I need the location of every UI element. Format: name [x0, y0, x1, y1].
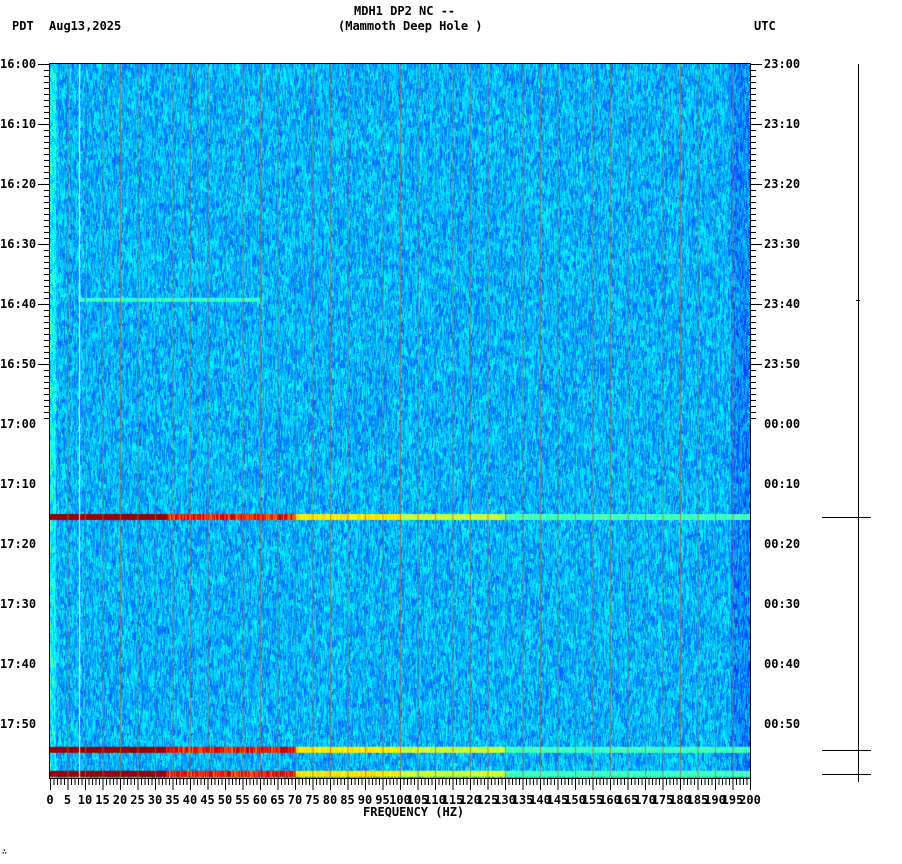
- y-tick-label-utc: 23:40: [764, 297, 800, 311]
- y-tick-label-utc: 23:30: [764, 237, 800, 251]
- chart-axes: 16:00 16:10 16:20 16:30 16:40 16:50 17:00 17:10…: [0, 57, 871, 807]
- y-tick-label-utc: 23:20: [764, 177, 800, 191]
- y-tick-label-utc: 23:50: [764, 357, 800, 371]
- y-tick-label-utc: 00:20: [764, 537, 800, 551]
- y-tick-label-pdt: 16:10: [0, 117, 36, 131]
- x-tick-label: 15: [95, 793, 109, 807]
- x-tick-label: 70: [288, 793, 302, 807]
- x-tick-label: 0: [46, 793, 53, 807]
- y-tick-label-utc: 23:10: [764, 117, 800, 131]
- y-tick-label-pdt: 16:30: [0, 237, 36, 251]
- x-tick-label: 50: [218, 793, 232, 807]
- y-tick-label-pdt: 17:00: [0, 417, 36, 431]
- x-tick-label: 85: [340, 793, 354, 807]
- y-tick-label-pdt: 17:20: [0, 537, 36, 551]
- x-tick-label: 60: [253, 793, 267, 807]
- y-tick-label-pdt: 17:50: [0, 717, 36, 731]
- x-tick-label: 35: [165, 793, 179, 807]
- y-tick-label-pdt: 17:10: [0, 477, 36, 491]
- x-tick-label: 200: [739, 793, 761, 807]
- x-tick-label: 20: [113, 793, 127, 807]
- x-tick-label: 55: [235, 793, 249, 807]
- y-tick-label-utc: 23:00: [764, 57, 800, 71]
- x-tick-label: 30: [148, 793, 162, 807]
- y-tick-label-pdt: 16:50: [0, 357, 36, 371]
- x-tick-label: 45: [200, 793, 214, 807]
- x-tick-label: 40: [183, 793, 197, 807]
- x-tick-label: 10: [78, 793, 92, 807]
- y-tick-label-pdt: 16:40: [0, 297, 36, 311]
- y-tick-label-utc: 00:30: [764, 597, 800, 611]
- y-tick-label-pdt: 17:30: [0, 597, 36, 611]
- y-tick-label-pdt: 16:20: [0, 177, 36, 191]
- x-tick-label: 80: [323, 793, 337, 807]
- spectrogram-page: PDT Aug13,2025 MDH1 DP2 NC -- (Mammoth D…: [0, 0, 902, 864]
- x-tick-label: 65: [270, 793, 284, 807]
- plot-frame: [49, 63, 751, 779]
- y-tick-label-utc: 00:10: [764, 477, 800, 491]
- y-tick-label-pdt: 17:40: [0, 657, 36, 671]
- y-tick-label-utc: 00:00: [764, 417, 800, 431]
- footer-mark: ∴: [2, 847, 7, 856]
- x-tick-label: 75: [305, 793, 319, 807]
- y-tick-label-utc: 00:40: [764, 657, 800, 671]
- x-axis-label: FREQUENCY (HZ): [363, 805, 465, 819]
- y-tick-label-pdt: 16:00: [0, 57, 36, 71]
- y-tick-label-utc: 00:50: [764, 717, 800, 731]
- x-tick-label: 5: [64, 793, 71, 807]
- x-tick-label: 25: [130, 793, 144, 807]
